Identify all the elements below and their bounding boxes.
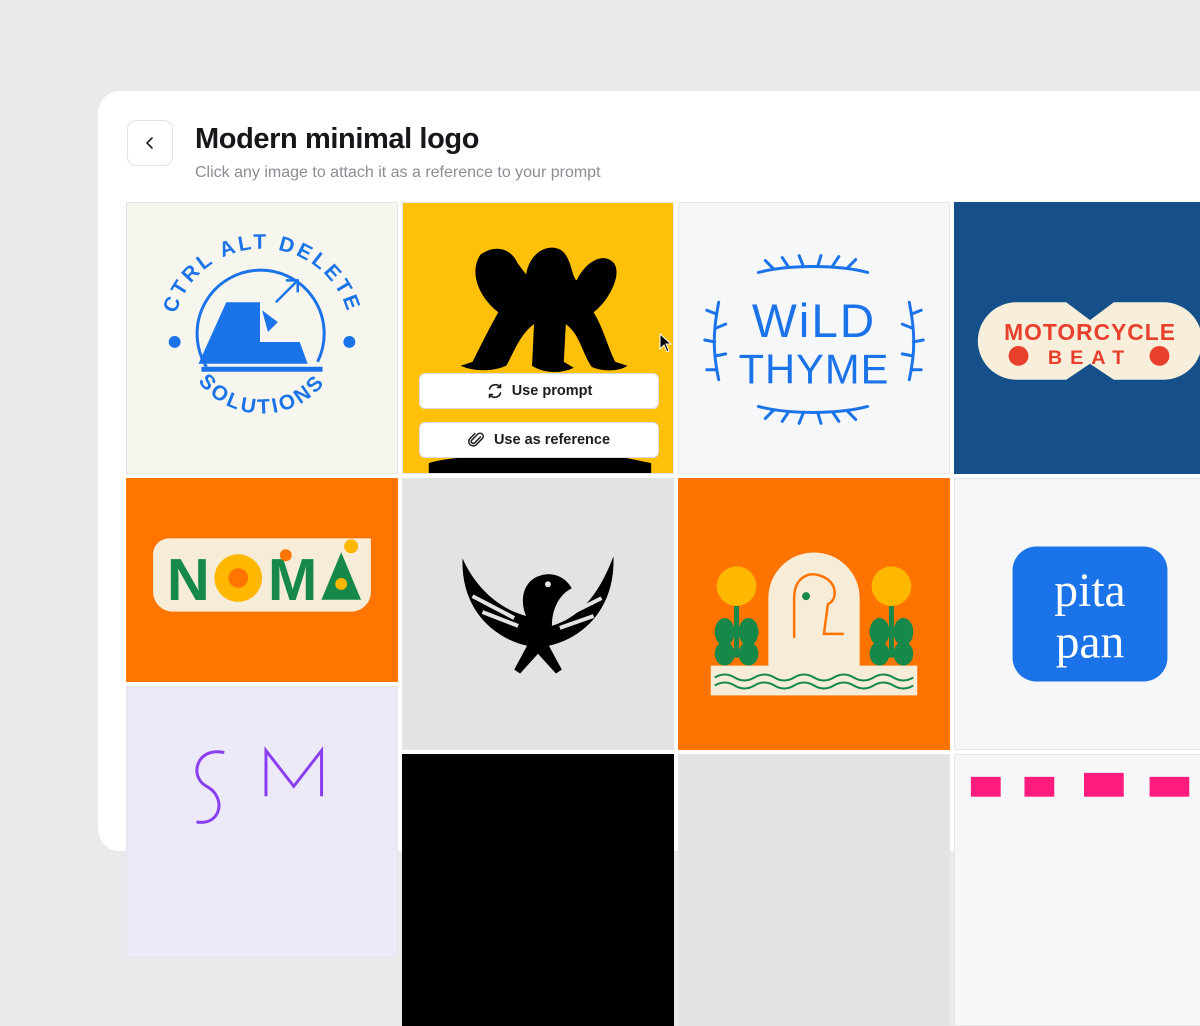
- logo-tile-pink[interactable]: [954, 754, 1200, 1026]
- ctrl-alt-delete-bottom-text: SOLUTIONS: [194, 370, 327, 419]
- logo-tile-flowers-dog[interactable]: [678, 478, 950, 750]
- logo-tile-pita-pan[interactable]: pita pan: [954, 478, 1200, 750]
- ctrl-alt-delete-logo: CTRL ALT DELETE SOLUTIONS: [159, 231, 366, 419]
- logo-tile-figure-silhouette[interactable]: Use prompt Use as reference: [402, 202, 674, 474]
- logo-tile-grey[interactable]: [678, 754, 950, 1026]
- chevron-left-icon: [146, 137, 153, 149]
- motorcycle-beat-line1: MOTORCYCLE: [1004, 319, 1176, 345]
- page-subtitle: Click any image to attach it as a refere…: [195, 164, 601, 181]
- lavender-monogram-logo: [195, 746, 324, 824]
- mouse-cursor-icon: [659, 333, 673, 353]
- paperclip-icon: [467, 432, 484, 447]
- phoenix-logo: [462, 556, 614, 674]
- back-button[interactable]: [127, 120, 173, 166]
- logo-tile-ctrl-alt-delete[interactable]: CTRL ALT DELETE SOLUTIONS: [126, 202, 398, 474]
- refresh-icon: [488, 383, 502, 399]
- logo-tile-noma[interactable]: N M: [126, 478, 398, 682]
- wild-thyme-logo: WiLD THYME: [703, 254, 925, 425]
- wild-thyme-line1: WiLD: [752, 295, 876, 348]
- svg-text:SOLUTIONS: SOLUTIONS: [194, 370, 330, 419]
- noma-letter-m: M: [268, 546, 318, 613]
- noma-logo: N M: [153, 538, 371, 613]
- pita-pan-logo: pita pan: [1012, 546, 1168, 682]
- svg-text:CTRL ALT DELETE: CTRL ALT DELETE: [159, 231, 366, 316]
- logo-tile-motorcycle-beat[interactable]: MOTORCYCLE BEAT: [954, 202, 1200, 474]
- flowers-dog-logo: [710, 552, 918, 696]
- logo-tile-phoenix[interactable]: [402, 478, 674, 750]
- use-as-reference-label: Use as reference: [493, 432, 611, 448]
- logo-tile-black[interactable]: [402, 754, 674, 1026]
- pink-logo: [970, 772, 1190, 797]
- page-title: Modern minimal logo: [195, 123, 480, 155]
- use-prompt-label: Use prompt: [511, 383, 593, 399]
- ctrl-alt-delete-top-text: CTRL ALT DELETE: [159, 231, 363, 316]
- logo-tile-wild-thyme[interactable]: WiLD THYME: [678, 202, 950, 474]
- logo-tile-lavender-monogram[interactable]: [126, 686, 398, 958]
- motorcycle-beat-logo: MOTORCYCLE BEAT: [977, 302, 1200, 380]
- pita-pan-line2: pan: [1056, 617, 1125, 669]
- wild-thyme-line2: THYME: [739, 346, 890, 393]
- noma-letter-n: N: [167, 546, 210, 613]
- pita-pan-line1: pita: [1054, 565, 1125, 617]
- use-prompt-button[interactable]: Use prompt: [419, 373, 659, 409]
- motorcycle-beat-line2: BEAT: [1048, 347, 1132, 369]
- use-as-reference-button[interactable]: Use as reference: [419, 422, 659, 458]
